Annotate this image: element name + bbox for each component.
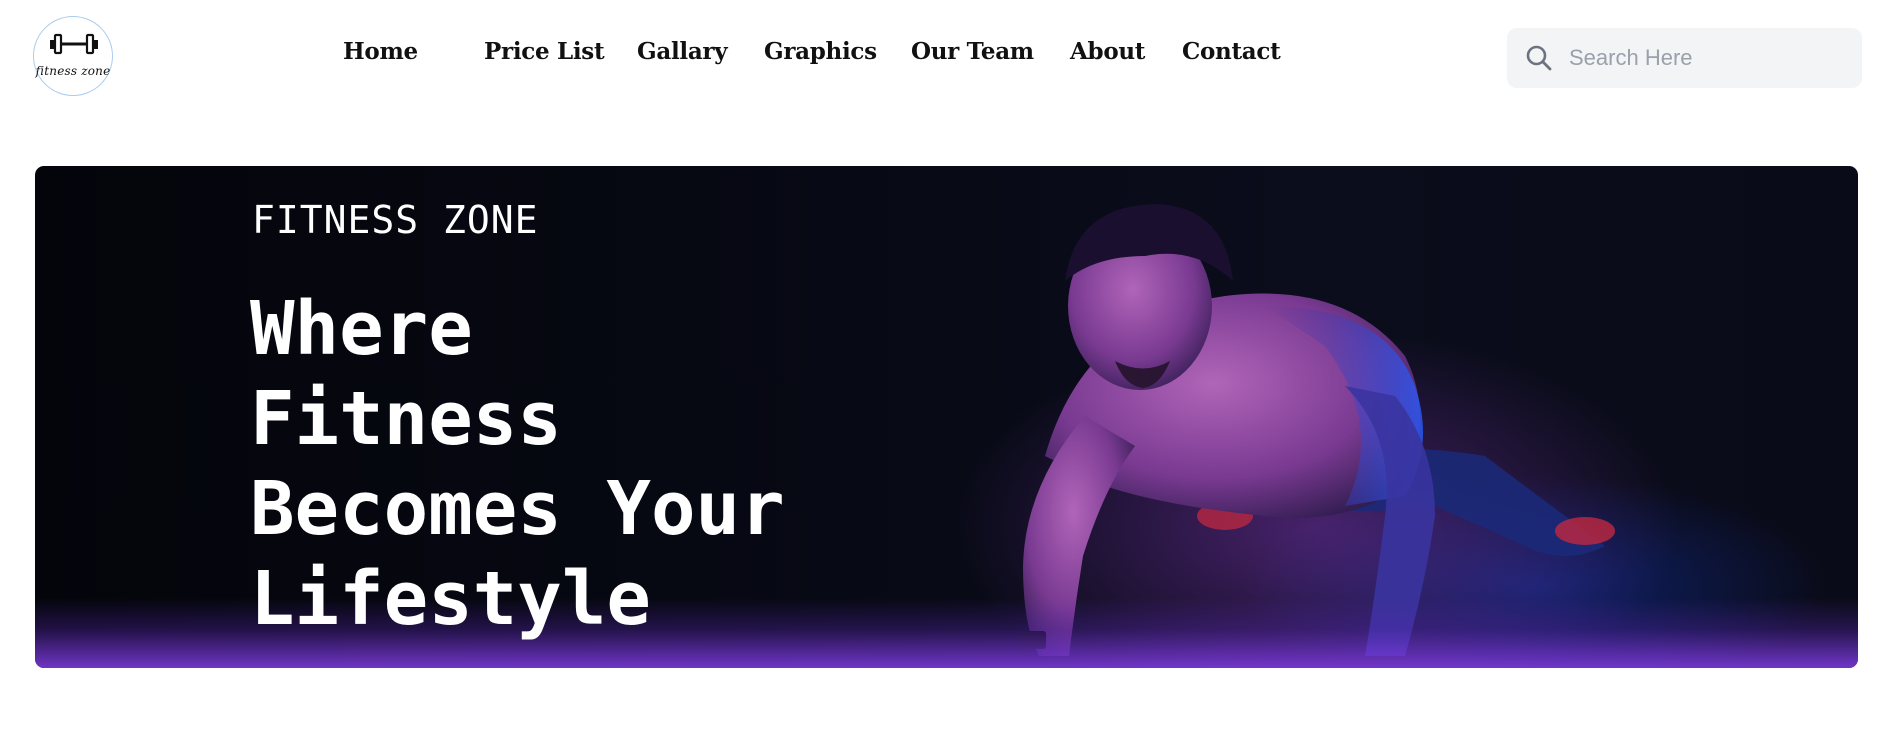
nav-item-home[interactable]: Home (343, 38, 418, 65)
site-header: fitness zone Home Price List Gallary Gra… (0, 0, 1892, 118)
hero-headline-line: Lifestyle (250, 556, 651, 642)
hero-eyebrow: FITNESS ZONE (252, 198, 539, 242)
hero-headline-line: Becomes Your (250, 466, 785, 552)
nav-item-about[interactable]: About (1070, 38, 1145, 65)
nav-item-gallary[interactable]: Gallary (637, 38, 728, 65)
dumbbell-icon (50, 33, 98, 55)
nav-item-price-list[interactable]: Price List (484, 38, 605, 65)
search-icon[interactable] (1525, 44, 1553, 72)
hero-headline-line: Where (250, 286, 473, 372)
nav-item-graphics[interactable]: Graphics (764, 38, 877, 65)
search-input[interactable] (1567, 38, 1847, 78)
nav-item-contact[interactable]: Contact (1182, 38, 1281, 65)
search-box (1507, 28, 1862, 88)
nav-item-our-team[interactable]: Our Team (911, 38, 1034, 65)
brand-logo-text: fitness zone (35, 64, 111, 78)
brand-logo[interactable]: fitness zone (33, 16, 113, 96)
athlete-pushup-image (1020, 204, 1615, 656)
hero-headline: Where Fitness Becomes Your Lifestyle (250, 284, 970, 644)
hero-headline-line: Fitness (250, 376, 562, 462)
hero-banner: FITNESS ZONE Where Fitness Becomes Your … (35, 166, 1858, 668)
